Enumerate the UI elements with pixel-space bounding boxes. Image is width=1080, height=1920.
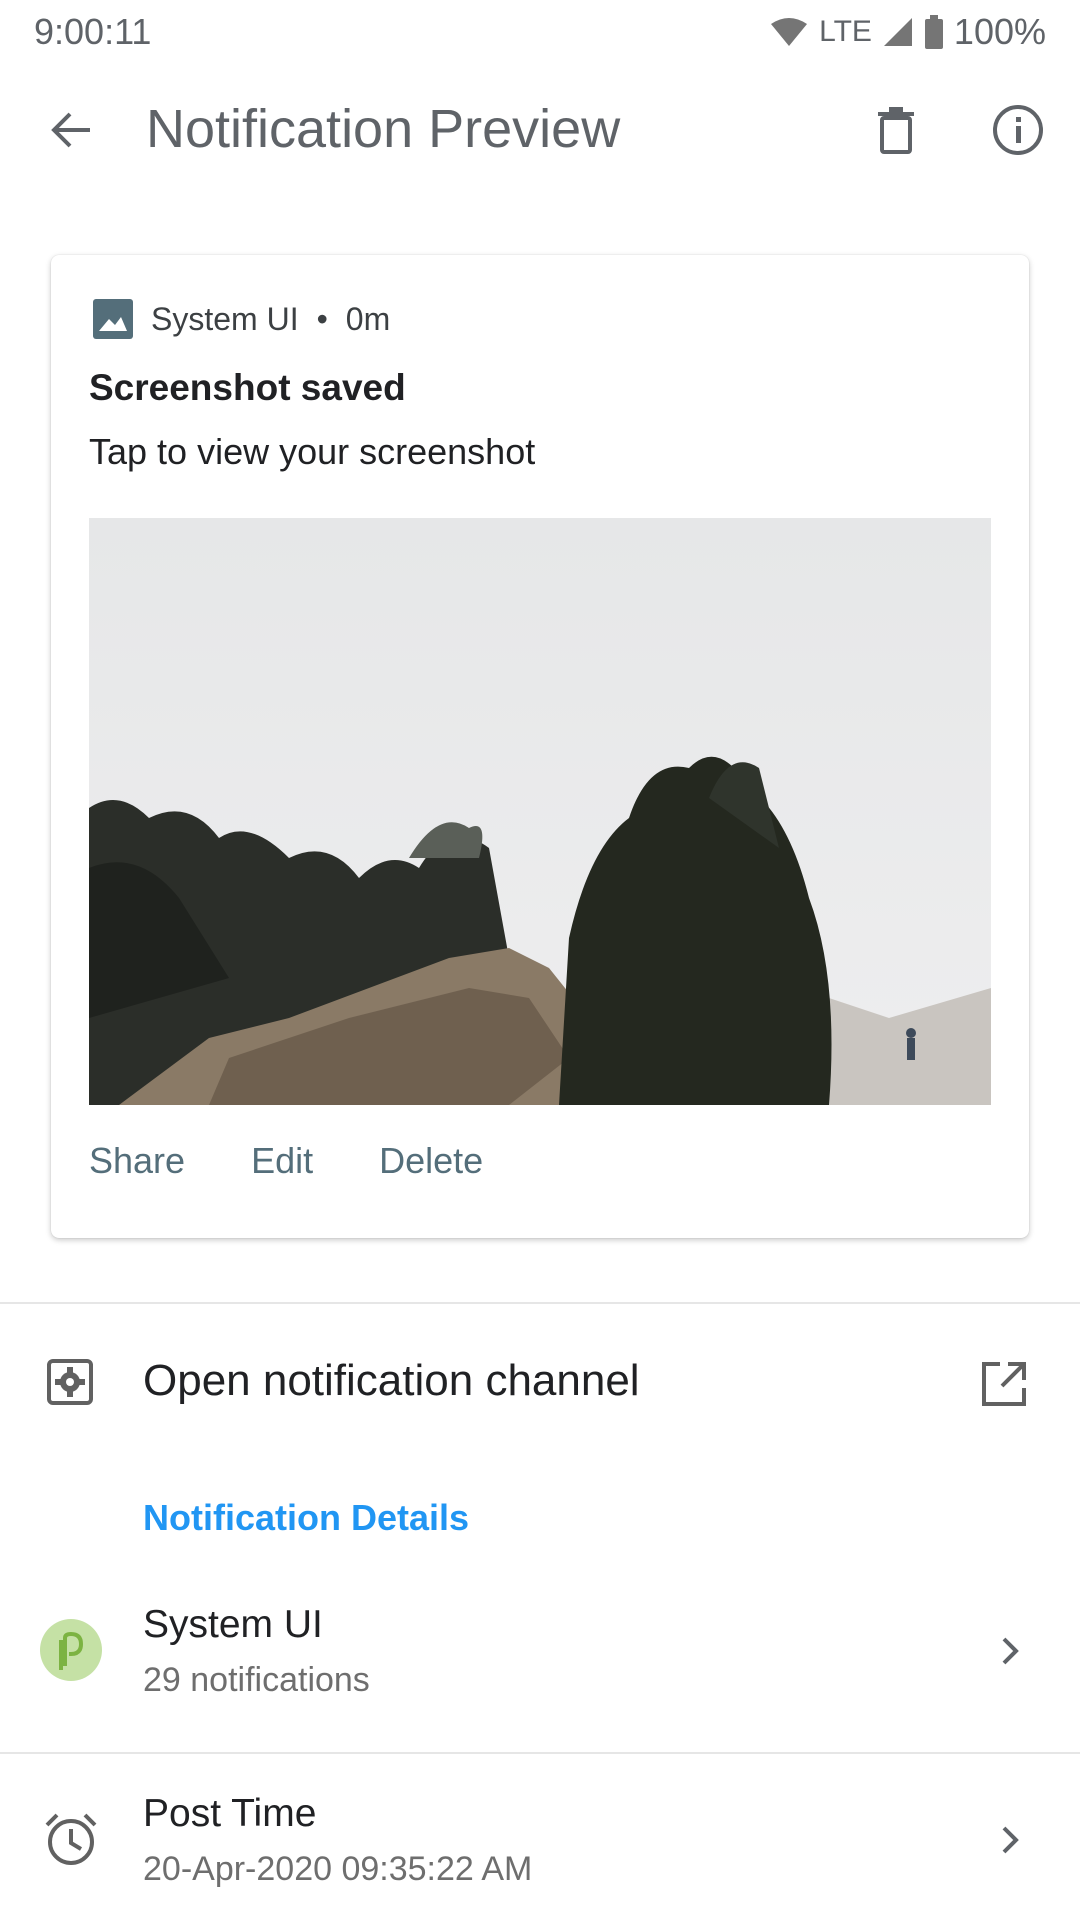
network-type: LTE (819, 15, 872, 48)
post-time-row[interactable]: Post Time 20-Apr-2020 09:35:22 AM (0, 1766, 1080, 1916)
open-channel-label: Open notification channel (143, 1356, 640, 1405)
notification-text: Tap to view your screenshot (89, 431, 536, 472)
edit-action[interactable]: Edit (251, 1140, 313, 1200)
app-icon (38, 1617, 104, 1683)
settings-gear-icon (47, 1359, 93, 1405)
open-channel-row[interactable]: Open notification channel (0, 1320, 1080, 1440)
signal-icon (883, 18, 912, 46)
info-button[interactable] (990, 102, 1046, 158)
trash-icon (878, 107, 914, 154)
page-title: Notification Preview (146, 99, 621, 159)
chevron-right-icon (1002, 1826, 1019, 1854)
status-time: 9:00:11 (34, 11, 152, 52)
app-name: System UI (143, 1603, 323, 1646)
notification-card[interactable]: System UI • 0m Screenshot saved Tap to v… (51, 255, 1029, 1238)
app-detail-row[interactable]: System UI 29 notifications (0, 1577, 1080, 1727)
share-action[interactable]: Share (89, 1140, 185, 1200)
toolbar: Notification Preview (0, 80, 1080, 180)
notification-title: Screenshot saved (89, 367, 406, 408)
chevron-right-icon (1002, 1637, 1019, 1665)
notification-app-name: System UI (151, 300, 299, 337)
delete-button[interactable] (868, 102, 924, 158)
details-section-title: Notification Details (143, 1497, 470, 1538)
screenshot-image[interactable] (89, 518, 991, 1105)
status-icons: LTE 100% (769, 11, 1046, 53)
wifi-icon (771, 18, 808, 46)
battery-level: 100% (953, 11, 1046, 52)
delete-action[interactable]: Delete (379, 1140, 483, 1200)
divider (0, 1752, 1080, 1754)
back-button[interactable] (44, 102, 100, 158)
open-in-new-icon[interactable] (978, 1358, 1030, 1410)
image-icon (93, 299, 133, 339)
notification-actions: Share Edit Delete (89, 1140, 483, 1200)
info-icon (993, 105, 1043, 155)
notification-separator: • (316, 300, 328, 337)
arrow-back-icon (51, 112, 90, 148)
notification-age: 0m (345, 300, 391, 337)
alarm-icon (38, 1806, 104, 1872)
post-time-title: Post Time (143, 1792, 317, 1835)
post-time-value: 20-Apr-2020 09:35:22 AM (143, 1850, 533, 1888)
divider (0, 1302, 1080, 1304)
notification-count: 29 notifications (143, 1661, 370, 1699)
notification-header: System UI • 0m (93, 297, 390, 341)
status-bar: 9:00:11 LTE 100% (0, 0, 1080, 64)
battery-icon (924, 15, 943, 49)
